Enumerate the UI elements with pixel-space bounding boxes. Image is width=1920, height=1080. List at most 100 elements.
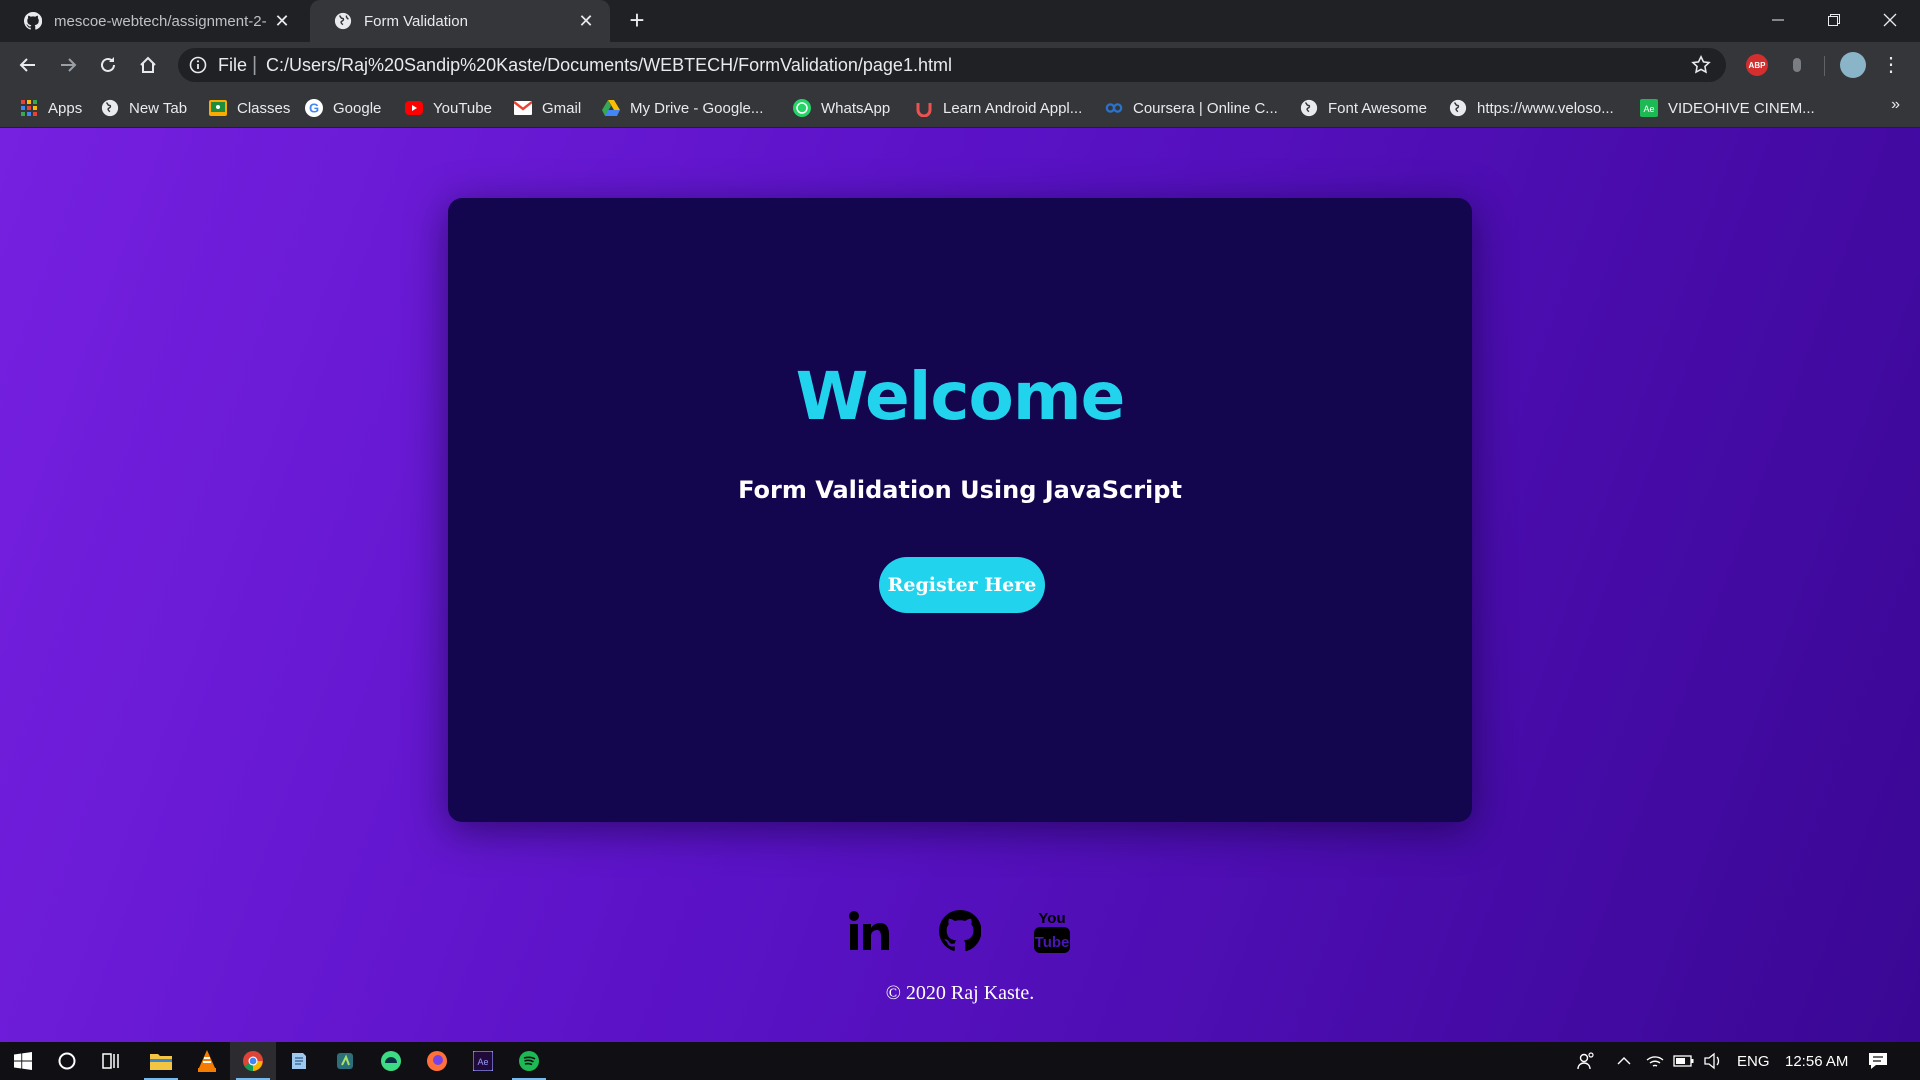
social-links: You Tube (844, 906, 1076, 956)
minimize-button[interactable] (1750, 0, 1806, 40)
bookmark-youtube[interactable]: YouTube (405, 97, 492, 119)
new-tab-button[interactable]: + (624, 7, 650, 34)
svg-text:G: G (309, 101, 319, 116)
firefox-icon[interactable] (414, 1042, 460, 1080)
bookmarks-overflow-button[interactable]: » (1891, 96, 1900, 114)
welcome-card: Welcome Form Validation Using JavaScript… (448, 198, 1472, 822)
bookmark-whatsapp[interactable]: WhatsApp (793, 97, 890, 119)
page-title: Welcome (795, 358, 1126, 435)
star-icon[interactable] (1690, 54, 1712, 76)
menu-dots-icon[interactable]: ⋮ (1880, 54, 1902, 76)
task-view-icon[interactable] (88, 1042, 134, 1080)
extension-icon[interactable] (1786, 54, 1808, 76)
page-subtitle: Form Validation Using JavaScript (738, 476, 1182, 504)
gmail-icon (514, 99, 532, 117)
bookmark-videohive[interactable]: Ae VIDEOHIVE CINEM... (1640, 97, 1815, 119)
search-circle-icon[interactable] (44, 1042, 90, 1080)
bookmark-veloso[interactable]: https://www.veloso... (1449, 97, 1614, 119)
clock[interactable]: 12:56 AM (1785, 1042, 1848, 1080)
reload-icon (101, 57, 115, 72)
bookmark-font-awesome[interactable]: Font Awesome (1300, 97, 1427, 119)
spotify-icon[interactable] (506, 1042, 552, 1080)
address-bar[interactable]: File | C:/Users/Raj%20Sandip%20Kaste/Doc… (178, 48, 1726, 82)
svg-text:Tube: Tube (1035, 934, 1070, 951)
bookmark-google[interactable]: G Google (305, 97, 381, 119)
svg-text:You: You (1038, 910, 1065, 927)
google-classroom-icon (209, 99, 227, 117)
chevron-up-icon[interactable] (1616, 1042, 1632, 1080)
volume-icon[interactable] (1703, 1042, 1723, 1080)
restore-button[interactable] (1806, 0, 1862, 40)
bookmark-gmail[interactable]: Gmail (514, 97, 581, 119)
bookmark-new-tab[interactable]: New Tab (101, 97, 187, 119)
tab-title: mescoe-webtech/assignment-2- (54, 12, 267, 30)
coursera-icon (1105, 99, 1123, 117)
bookmark-learn-android[interactable]: Learn Android Appl... (915, 97, 1082, 119)
home-button[interactable] (134, 51, 162, 79)
globe-icon (334, 12, 352, 30)
browser-toolbar: File | C:/Users/Raj%20Sandip%20Kaste/Doc… (0, 42, 1920, 88)
vlc-icon[interactable] (184, 1042, 230, 1080)
linkedin-icon[interactable] (844, 906, 894, 956)
adblock-extension-icon[interactable]: ABP (1746, 54, 1768, 76)
after-effects-icon[interactable]: Ae (460, 1042, 506, 1080)
bookmark-label: Apps (48, 99, 83, 117)
windows-start-icon[interactable] (0, 1042, 46, 1080)
language-indicator[interactable]: ENG (1737, 1042, 1770, 1080)
google-drive-icon (602, 99, 620, 117)
bookmarks-bar: Apps New Tab Classes G Google YouTube Gm… (0, 88, 1920, 128)
bookmark-label: Google (333, 99, 382, 117)
bookmark-label: Learn Android Appl... (943, 99, 1083, 117)
reload-button[interactable] (94, 51, 122, 79)
svg-text:Ae: Ae (477, 1057, 488, 1067)
notepad-icon[interactable] (276, 1042, 322, 1080)
bookmark-label: WhatsApp (821, 99, 891, 117)
wifi-icon[interactable] (1645, 1042, 1665, 1080)
svg-text:Ae: Ae (1643, 104, 1654, 114)
globe-icon (101, 99, 119, 117)
bookmark-coursera[interactable]: Coursera | Online C... (1105, 97, 1278, 119)
toolbar-divider (1824, 56, 1825, 76)
footer-copyright: © 2020 Raj Kaste. (885, 982, 1035, 1004)
bookmark-label: Font Awesome (1328, 99, 1427, 117)
globe-icon (1300, 99, 1318, 117)
bookmark-label: Classes (237, 99, 291, 117)
after-effects-icon: Ae (1640, 99, 1658, 117)
home-icon (140, 56, 156, 73)
forward-button[interactable] (54, 51, 82, 79)
chrome-icon[interactable] (230, 1042, 276, 1080)
bookmark-my-drive[interactable]: My Drive - Google... (602, 97, 763, 119)
udemy-icon (915, 99, 933, 117)
notifications-icon[interactable] (1868, 1042, 1888, 1080)
scheme-label: File (218, 55, 248, 75)
github-icon[interactable] (935, 906, 985, 956)
people-icon[interactable] (1576, 1042, 1596, 1080)
close-tab-icon[interactable]: ✕ (576, 11, 596, 31)
bookmark-classes[interactable]: Classes (209, 97, 290, 119)
url-text[interactable]: C:/Users/Raj%20Sandip%20Kaste/Documents/… (266, 55, 952, 76)
close-window-button[interactable] (1862, 0, 1918, 40)
bookmark-apps[interactable]: Apps (20, 97, 82, 119)
info-icon[interactable] (188, 55, 208, 75)
back-button[interactable] (14, 51, 42, 79)
tab-form-validation[interactable]: Form Validation ✕ (310, 0, 610, 42)
apps-grid-icon (20, 99, 38, 117)
tab-title: Form Validation (364, 12, 468, 30)
arrow-left-icon (19, 58, 35, 72)
youtube-icon[interactable]: You Tube (1027, 906, 1077, 956)
tab-github[interactable]: mescoe-webtech/assignment-2- ✕ (0, 0, 306, 42)
globe-icon (1449, 99, 1467, 117)
bookmark-label: New Tab (129, 99, 188, 117)
file-explorer-icon[interactable] (138, 1042, 184, 1080)
register-button[interactable]: Register Here (879, 557, 1045, 613)
profile-avatar[interactable] (1840, 52, 1866, 78)
battery-icon[interactable] (1673, 1042, 1695, 1080)
github-icon (24, 12, 42, 30)
bookmark-label: My Drive - Google... (630, 99, 764, 117)
bookmark-label: VIDEOHIVE CINEM... (1668, 99, 1815, 117)
android-icon[interactable] (368, 1042, 414, 1080)
bookmark-label: Coursera | Online C... (1133, 99, 1278, 117)
android-studio-icon[interactable] (322, 1042, 368, 1080)
divider: | (252, 54, 258, 76)
close-tab-icon[interactable]: ✕ (272, 11, 292, 31)
